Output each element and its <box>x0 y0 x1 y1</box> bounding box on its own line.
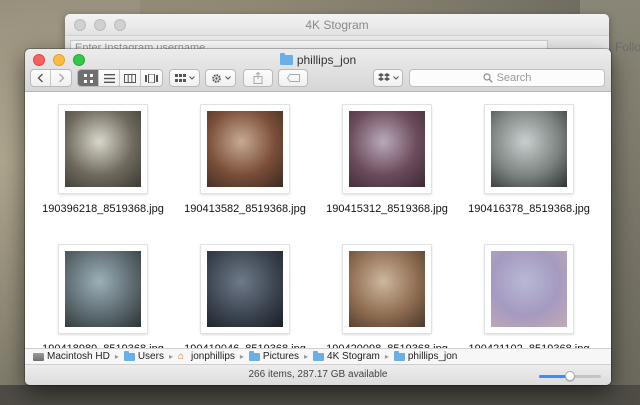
photo-preview <box>349 111 425 187</box>
path-item-label: Users <box>137 351 164 362</box>
folder-icon <box>313 350 325 361</box>
action-button[interactable] <box>205 69 236 87</box>
file-name: 190413582_8519368.jpg <box>184 203 306 215</box>
path-item[interactable]: phillips_jon <box>393 350 458 362</box>
arrange-button[interactable] <box>169 69 200 87</box>
path-separator-icon: ▸ <box>168 352 173 361</box>
back-button[interactable] <box>31 70 52 86</box>
hard-drive-icon <box>33 352 44 361</box>
back-forward-control <box>30 69 72 87</box>
gear-icon <box>211 73 221 83</box>
toolbar: Search <box>25 69 611 89</box>
image-thumbnail[interactable] <box>201 105 289 193</box>
image-thumbnail[interactable] <box>59 245 147 333</box>
file-item[interactable]: 190420098_8519368.jpg <box>317 245 457 348</box>
file-item[interactable]: 190396218_8519368.jpg <box>33 105 173 215</box>
stogram-window-title: 4K Stogram <box>305 18 369 32</box>
file-item[interactable]: 190419046_8519368.jpg <box>175 245 315 348</box>
column-view-icon <box>124 73 136 83</box>
status-bar: 266 items, 287.17 GB available <box>25 364 611 385</box>
cover-flow-view-icon <box>145 73 158 83</box>
chevron-right-icon <box>58 73 65 83</box>
forward-button[interactable] <box>51 70 71 86</box>
photo-preview <box>491 111 567 187</box>
photo-preview <box>349 251 425 327</box>
list-view-button[interactable] <box>99 70 120 86</box>
tags-button[interactable] <box>278 69 308 87</box>
list-view-icon <box>103 73 115 83</box>
share-button[interactable] <box>243 69 273 87</box>
photo-preview <box>65 251 141 327</box>
file-item[interactable]: 190413582_8519368.jpg <box>175 105 315 215</box>
photo-preview <box>207 251 283 327</box>
slider-knob[interactable] <box>565 371 575 381</box>
icon-view-button[interactable] <box>78 70 99 86</box>
path-item[interactable]: ⌂ jonphillips <box>178 351 235 362</box>
desktop-background-bottom <box>0 385 640 405</box>
file-name: 190416378_8519368.jpg <box>468 203 590 215</box>
folder-icon <box>123 350 135 361</box>
cover-flow-view-button[interactable] <box>141 70 162 86</box>
path-item-label: Macintosh HD <box>47 351 110 362</box>
photo-preview <box>65 111 141 187</box>
path-item[interactable]: Macintosh HD <box>33 351 110 362</box>
search-placeholder: Search <box>496 72 532 84</box>
file-name: 190396218_8519368.jpg <box>42 203 164 215</box>
home-icon: ⌂ <box>177 351 185 362</box>
path-item-label: phillips_jon <box>407 351 458 362</box>
stogram-titlebar[interactable]: 4K Stogram <box>65 14 609 36</box>
chevron-down-icon <box>224 76 231 80</box>
file-item[interactable]: 190416378_8519368.jpg <box>459 105 599 215</box>
path-item-label: jonphillips <box>190 351 235 362</box>
path-item-label: Pictures <box>262 351 300 362</box>
follow-button[interactable]: Follow <box>615 40 640 54</box>
dropbox-icon <box>377 73 390 81</box>
folder-icon <box>393 350 405 361</box>
icon-size-slider[interactable] <box>539 371 601 381</box>
path-separator-icon: ▸ <box>114 352 119 361</box>
path-separator-icon: ▸ <box>384 352 389 361</box>
photo-preview <box>491 251 567 327</box>
finder-window[interactable]: phillips_jon Search 190396218_8519368.jp… <box>25 49 611 385</box>
path-separator-icon: ▸ <box>239 352 244 361</box>
image-thumbnail[interactable] <box>485 245 573 333</box>
chevron-left-icon <box>37 73 44 83</box>
path-item[interactable]: 4K Stogram <box>313 350 380 362</box>
path-item-label: 4K Stogram <box>327 351 380 362</box>
dropbox-button[interactable] <box>373 69 403 87</box>
status-text: 266 items, 287.17 GB available <box>248 369 388 380</box>
path-item[interactable]: Users <box>123 350 164 362</box>
file-name: 190415312_8519368.jpg <box>326 203 448 215</box>
image-thumbnail[interactable] <box>343 105 431 193</box>
file-item[interactable]: 190418989_8519368.jpg <box>33 245 173 348</box>
path-separator-icon: ▸ <box>304 352 309 361</box>
finder-titlebar[interactable]: phillips_jon Search <box>25 49 611 92</box>
chevron-down-icon <box>392 76 399 80</box>
window-title: phillips_jon <box>25 53 611 67</box>
path-item[interactable]: Pictures <box>248 350 300 362</box>
folder-icon <box>279 53 293 65</box>
window-title-text: phillips_jon <box>296 53 357 67</box>
chevron-down-icon <box>188 76 195 80</box>
image-thumbnail[interactable] <box>343 245 431 333</box>
image-thumbnail[interactable] <box>59 105 147 193</box>
file-grid[interactable]: 190396218_8519368.jpg 190413582_8519368.j… <box>25 93 611 348</box>
arrange-grid-icon <box>174 73 186 82</box>
view-mode-control <box>77 69 163 87</box>
path-bar: Macintosh HD ▸ Users ▸ ⌂ jonphillips ▸ Pictures… <box>25 348 611 364</box>
photo-preview <box>207 111 283 187</box>
image-thumbnail[interactable] <box>485 105 573 193</box>
search-field[interactable]: Search <box>409 69 605 87</box>
folder-icon <box>248 350 260 361</box>
file-item[interactable]: 190415312_8519368.jpg <box>317 105 457 215</box>
file-item[interactable]: 190421102_8519368.jpg <box>459 245 599 348</box>
image-thumbnail[interactable] <box>201 245 289 333</box>
tag-icon <box>286 74 300 82</box>
search-icon <box>482 73 493 83</box>
share-icon <box>253 72 263 84</box>
icon-view-icon <box>83 73 93 83</box>
column-view-button[interactable] <box>120 70 141 86</box>
